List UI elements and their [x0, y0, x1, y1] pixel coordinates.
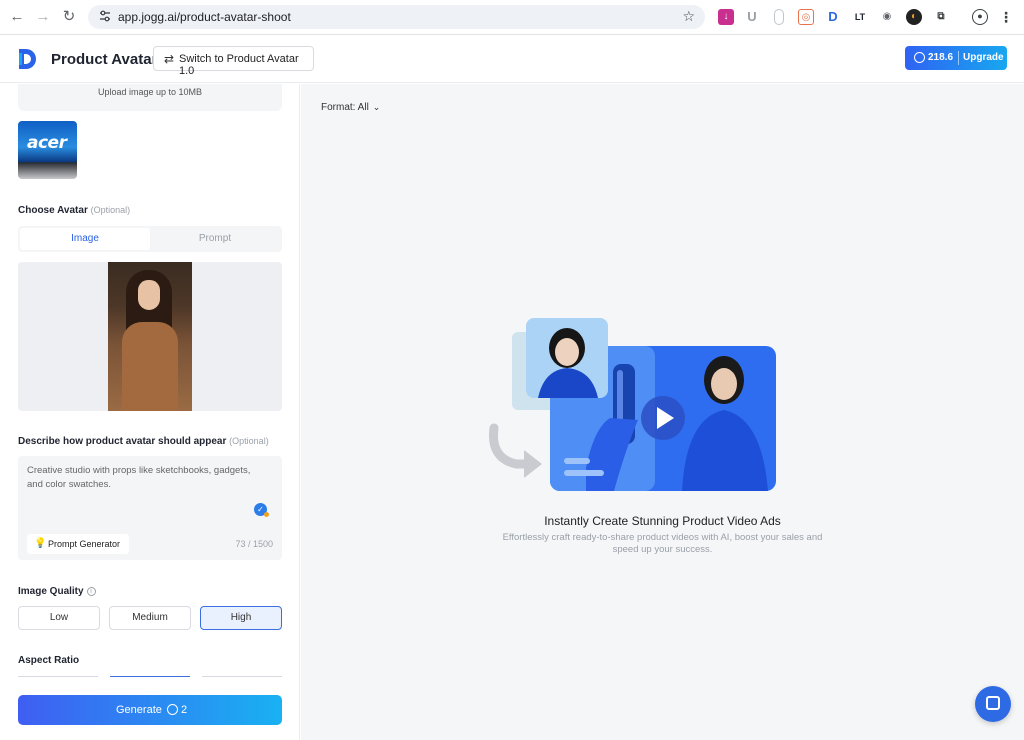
url-text: app.jogg.ai/product-avatar-shoot [118, 10, 291, 24]
support-chat-button[interactable] [975, 686, 1011, 722]
status-dot-icon [264, 512, 269, 517]
format-filter-dropdown[interactable]: Format: All ⌄ [321, 102, 380, 113]
address-bar[interactable]: app.jogg.ai/product-avatar-shoot ☆ [88, 5, 705, 29]
extension-download-icon[interactable]: ↓ [718, 9, 734, 25]
prompt-generator-button[interactable]: 💡 Prompt Generator [27, 534, 129, 554]
credits-icon [914, 52, 925, 63]
empty-state-illustration [488, 318, 776, 491]
reload-icon[interactable]: ↻ [60, 8, 78, 26]
app-title: Product Avatar [51, 51, 158, 68]
info-icon[interactable]: i [86, 587, 96, 596]
profile-icon[interactable]: ● [972, 9, 988, 25]
aspect-option[interactable] [18, 676, 98, 679]
extension-pill-icon[interactable] [774, 9, 784, 25]
product-thumbnail[interactable]: acer [18, 121, 77, 179]
describe-label: Describe how product avatar should appea… [18, 436, 227, 447]
upgrade-button[interactable]: 218.6 Upgrade [905, 46, 1007, 70]
extension-dark-icon[interactable]: ◐ [906, 9, 922, 25]
browser-toolbar: ← → ↻ app.jogg.ai/product-avatar-shoot ☆… [0, 0, 1024, 35]
forward-icon[interactable]: → [34, 8, 52, 26]
image-quality-label: Image Quality [18, 586, 84, 597]
site-settings-icon[interactable] [98, 9, 112, 23]
settings-panel[interactable]: Upload image up to 10MB acer Choose Avat… [0, 84, 300, 740]
divider [958, 51, 959, 65]
image-quality-heading: Image Quality i [18, 586, 96, 597]
chat-icon [986, 696, 1000, 710]
tab-prompt[interactable]: Prompt [150, 228, 280, 250]
tab-image[interactable]: Image [20, 228, 150, 250]
describe-heading: Describe how product avatar should appea… [18, 436, 269, 447]
back-icon[interactable]: ← [8, 8, 26, 26]
aspect-ratio-heading: Aspect Ratio [18, 655, 80, 666]
upload-dropzone[interactable]: Upload image up to 10MB [18, 84, 282, 111]
character-count: 73 / 1500 [235, 539, 273, 549]
quality-high-button[interactable]: High [200, 606, 282, 630]
aspect-option[interactable] [110, 676, 190, 679]
extensions-puzzle-icon[interactable]: ⧉ [933, 9, 949, 25]
quality-selector: Low Medium High [18, 606, 282, 630]
switch-version-label: Switch to Product Avatar 1.0 [179, 53, 299, 77]
credits-icon [167, 704, 178, 715]
optional-tag: (Optional) [90, 205, 131, 215]
extension-orange-icon[interactable]: ◎ [798, 9, 814, 25]
extension-u-icon[interactable]: U [744, 9, 760, 25]
extension-d-icon[interactable]: D [825, 9, 841, 25]
thumbnail-brand-logo: acer [27, 133, 67, 153]
prompt-generator-label: Prompt Generator [48, 539, 121, 549]
avatar-source-tabs: Image Prompt [18, 226, 282, 252]
empty-state-subtitle: Effortlessly craft ready-to-share produc… [502, 532, 823, 555]
swap-icon: ⇄ [164, 52, 175, 66]
extension-camera-icon[interactable]: ◉ [879, 9, 895, 25]
describe-text[interactable]: Creative studio with props like sketchbo… [27, 464, 255, 492]
generate-cost: 2 [181, 704, 188, 716]
aspect-option[interactable] [202, 676, 282, 679]
lightbulb-icon: 💡 [34, 538, 47, 549]
generate-label: Generate [116, 704, 162, 716]
quality-medium-button[interactable]: Medium [109, 606, 191, 630]
upgrade-label: Upgrade [963, 52, 1004, 63]
format-filter-label: Format: All [321, 102, 369, 113]
results-area: Format: All ⌄ Instantly Create Stunning P… [301, 84, 1024, 740]
avatar-preview[interactable] [18, 262, 282, 411]
chevron-down-icon: ⌄ [372, 102, 381, 112]
switch-version-button[interactable]: ⇄ Switch to Product Avatar 1.0 [153, 46, 314, 77]
generate-button[interactable]: Generate 2 [18, 695, 282, 725]
app-header: Product Avatar ⇄ Switch to Product Avata… [0, 35, 1024, 83]
browser-menu-icon[interactable]: ⋮ [998, 9, 1014, 25]
credits-balance: 218.6 [928, 52, 954, 63]
extension-lt-icon[interactable]: LT [852, 9, 868, 25]
empty-state-title: Instantly Create Stunning Product Video … [544, 514, 781, 528]
jogg-logo-icon[interactable] [17, 47, 39, 71]
quality-low-button[interactable]: Low [18, 606, 100, 630]
choose-avatar-heading: Choose Avatar (Optional) [18, 205, 130, 216]
choose-avatar-label: Choose Avatar [18, 205, 88, 216]
optional-tag: (Optional) [229, 436, 269, 446]
avatar-image[interactable] [108, 262, 192, 411]
describe-textarea[interactable]: Creative studio with props like sketchbo… [18, 456, 282, 560]
upload-hint: Upload image up to 10MB [97, 87, 203, 97]
bookmark-star-icon[interactable]: ☆ [682, 8, 695, 25]
